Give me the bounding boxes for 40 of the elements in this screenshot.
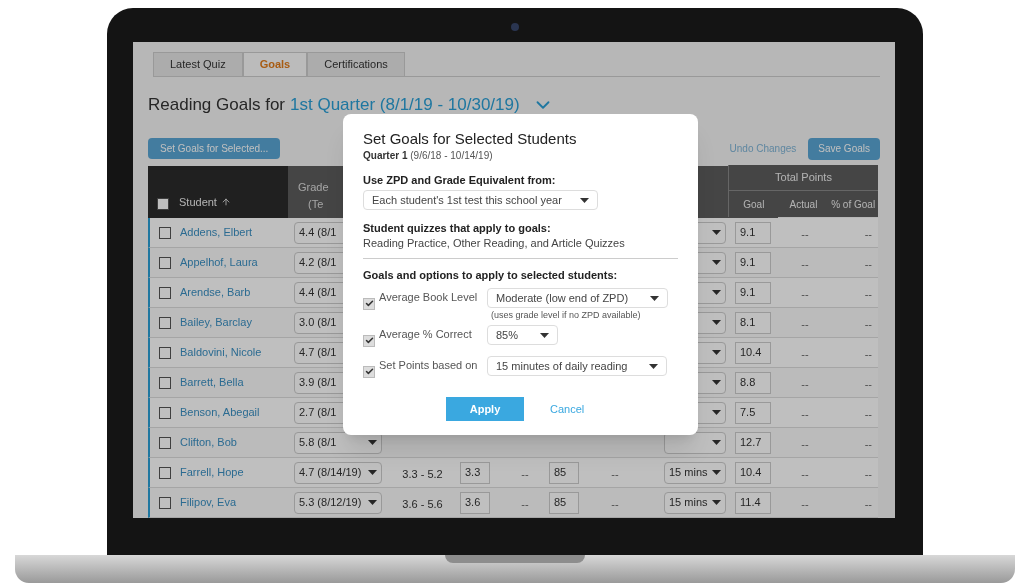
actual-points: -- [801, 467, 809, 480]
percent-correct-actual: -- [611, 497, 619, 510]
actual-points: -- [801, 347, 809, 360]
option-label: Set Points based on [379, 358, 479, 372]
percent-correct-actual: -- [611, 467, 619, 480]
percent-of-goal: -- [864, 467, 872, 480]
percent-of-goal-header: % of Goal [830, 197, 877, 212]
zpd-range: 3.6 - 5.6 [402, 497, 443, 510]
book-level-actual: -- [521, 467, 529, 480]
dialog-title: Set Goals for Selected Students [363, 130, 578, 148]
percent-of-goal: -- [864, 497, 872, 510]
dialog-subtitle: Quarter 1 (9/6/18 - 10/14/19) [363, 149, 494, 162]
percent-of-goal: -- [864, 317, 872, 330]
percent-of-goal: -- [864, 407, 872, 420]
goal-header: Goal [742, 197, 766, 212]
percent-of-goal: -- [864, 437, 872, 450]
source-label: Use ZPD and Grade Equivalent from: [363, 174, 557, 187]
option-note: (uses grade level if no ZPD available) [491, 309, 641, 321]
book-level-actual: -- [521, 497, 529, 510]
actual-header: Actual [788, 197, 819, 212]
percent-of-goal: -- [864, 287, 872, 300]
percent-of-goal: -- [864, 227, 872, 240]
option-label: Average Book Level [379, 290, 479, 304]
actual-points: -- [801, 497, 809, 510]
actual-points: -- [801, 437, 809, 450]
zpd-range: 3.3 - 5.2 [402, 467, 443, 480]
grade-subheader: (Te [308, 196, 324, 212]
total-points-header: Total Points [775, 170, 832, 186]
percent-of-goal: -- [864, 377, 872, 390]
option-label: Average % Correct [379, 327, 473, 341]
actual-points: -- [801, 407, 809, 420]
actual-points: -- [801, 317, 809, 330]
percent-of-goal: -- [864, 257, 872, 270]
actual-points: -- [801, 227, 809, 240]
percent-of-goal: -- [864, 347, 872, 360]
grade-header: Grade [298, 180, 329, 195]
actual-points: -- [801, 257, 809, 270]
actual-points: -- [801, 377, 809, 390]
actual-points: -- [801, 287, 809, 300]
page-heading: Reading Goals for [148, 94, 286, 117]
